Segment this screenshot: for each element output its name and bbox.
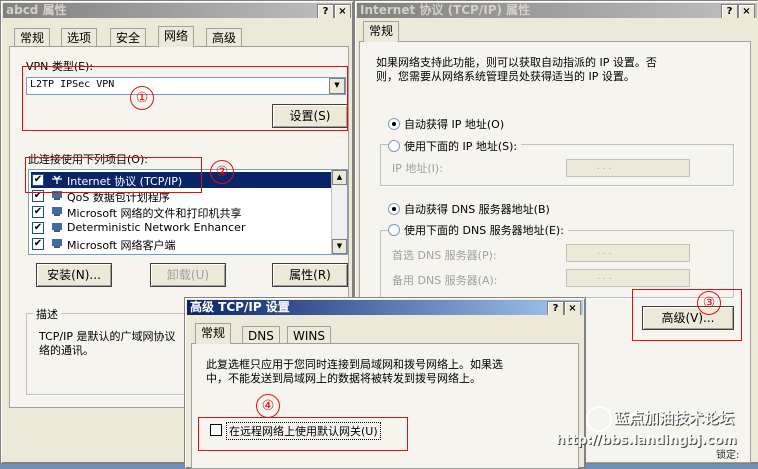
network-client-icon [52, 239, 62, 248]
ip-dots: . . . [597, 162, 612, 172]
tcpip-properties-titlebar[interactable]: Internet 协议 (TCP/IP) 属性 ? × [357, 3, 757, 18]
help-button[interactable]: ? [721, 4, 738, 18]
tab-general[interactable]: 常规 [363, 21, 400, 42]
checkbox[interactable]: ✔ [32, 238, 44, 250]
help-button[interactable]: ? [317, 4, 334, 18]
auto-ip-radio[interactable] [388, 118, 400, 130]
scroll-down-icon[interactable]: ▼ [332, 239, 347, 254]
description-title: 描述 [33, 306, 61, 322]
info-line-2: 中，不能发送到局域网上的数据将被转发到拨号网络上。 [206, 372, 481, 385]
tab-security[interactable]: 安全 [110, 28, 147, 47]
alternate-dns-field[interactable]: . . . [566, 269, 690, 287]
tab-options[interactable]: 选项 [61, 28, 98, 47]
ip-dots: . . . [597, 247, 612, 257]
annotation-box-1 [22, 66, 348, 131]
window-title: abcd 属性 [6, 3, 67, 17]
ip-address-field[interactable]: . . . [566, 159, 690, 177]
network-service-icon [52, 207, 62, 216]
preferred-dns-field[interactable]: . . . [566, 244, 690, 262]
list-item[interactable]: ✔ Deterministic Network Enhancer [31, 220, 331, 236]
preferred-dns-label: 首选 DNS 服务器(P): [392, 249, 497, 262]
annotation-marker-1: ① [130, 86, 154, 110]
uninstall-button[interactable]: 卸载(U) [150, 263, 226, 287]
close-icon[interactable]: × [334, 4, 351, 18]
close-icon[interactable]: × [738, 4, 755, 18]
intro-line-2: 则，您需要从网络系统管理员处获得适当的 IP 设置。 [376, 70, 635, 83]
annotation-marker-2: ② [210, 160, 234, 184]
annotation-marker-3: ③ [697, 291, 721, 315]
tab-advanced[interactable]: 高级 [206, 28, 243, 47]
list-scrollbar[interactable]: ▲ ▼ [331, 170, 347, 254]
close-icon[interactable]: × [564, 301, 581, 315]
install-button[interactable]: 安装(N)... [36, 263, 112, 287]
network-service-icon [52, 223, 62, 232]
item-label: Deterministic Network Enhancer [67, 221, 246, 234]
watermark-url: http://bbs.landingbj.com [556, 433, 737, 448]
use-ip-radio[interactable] [388, 140, 400, 152]
checkbox[interactable]: ✔ [32, 206, 44, 218]
connection-properties-titlebar[interactable]: abcd 属性 ? × [3, 3, 351, 18]
checkbox[interactable]: ✔ [32, 222, 44, 234]
alternate-dns-label: 备用 DNS 服务器(A): [392, 274, 498, 287]
tab-networking[interactable]: 网络 [158, 26, 195, 47]
watermark-name: 蓝点加油技术论坛 [614, 409, 735, 427]
lock-label: 锁定: [716, 450, 740, 461]
ip-dots: . . . [597, 272, 612, 282]
tab-general[interactable]: 常规 [14, 28, 51, 47]
list-item[interactable]: ✔ Microsoft 网络客户端 [31, 236, 331, 252]
help-button[interactable]: ? [547, 301, 564, 315]
annotation-box-3 [632, 289, 742, 341]
tab-general[interactable]: 常规 [195, 323, 232, 344]
scroll-up-icon[interactable]: ▲ [332, 170, 347, 185]
item-label: Microsoft 网络客户端 [67, 239, 176, 252]
annotation-box-4 [198, 417, 408, 451]
list-item[interactable]: ✔ Microsoft 网络的文件和打印机共享 [31, 204, 331, 220]
use-ip-label: 使用下面的 IP 地址(S): [400, 138, 522, 154]
ip-address-label: IP 地址(I): [392, 162, 443, 175]
auto-ip-label: 自动获得 IP 地址(O) [404, 118, 505, 131]
annotation-box-2 [25, 157, 202, 193]
auto-dns-radio[interactable] [388, 203, 400, 215]
auto-dns-label: 自动获得 DNS 服务器地址(B) [404, 203, 550, 216]
window-title: Internet 协议 (TCP/IP) 属性 [360, 3, 531, 17]
window-title: 高级 TCP/IP 设置 [190, 300, 290, 314]
description-text-2: 络的通讯。 [39, 344, 94, 357]
properties-button[interactable]: 属性(R) [272, 263, 348, 287]
use-dns-radio[interactable] [388, 224, 400, 236]
annotation-marker-4: ④ [256, 394, 280, 418]
advanced-tcpip-titlebar[interactable]: 高级 TCP/IP 设置 ? × [187, 300, 583, 315]
watermark-logo [586, 406, 612, 432]
item-label: Microsoft 网络的文件和打印机共享 [67, 207, 242, 220]
use-dns-label: 使用下面的 DNS 服务器地址(E): [400, 222, 568, 238]
